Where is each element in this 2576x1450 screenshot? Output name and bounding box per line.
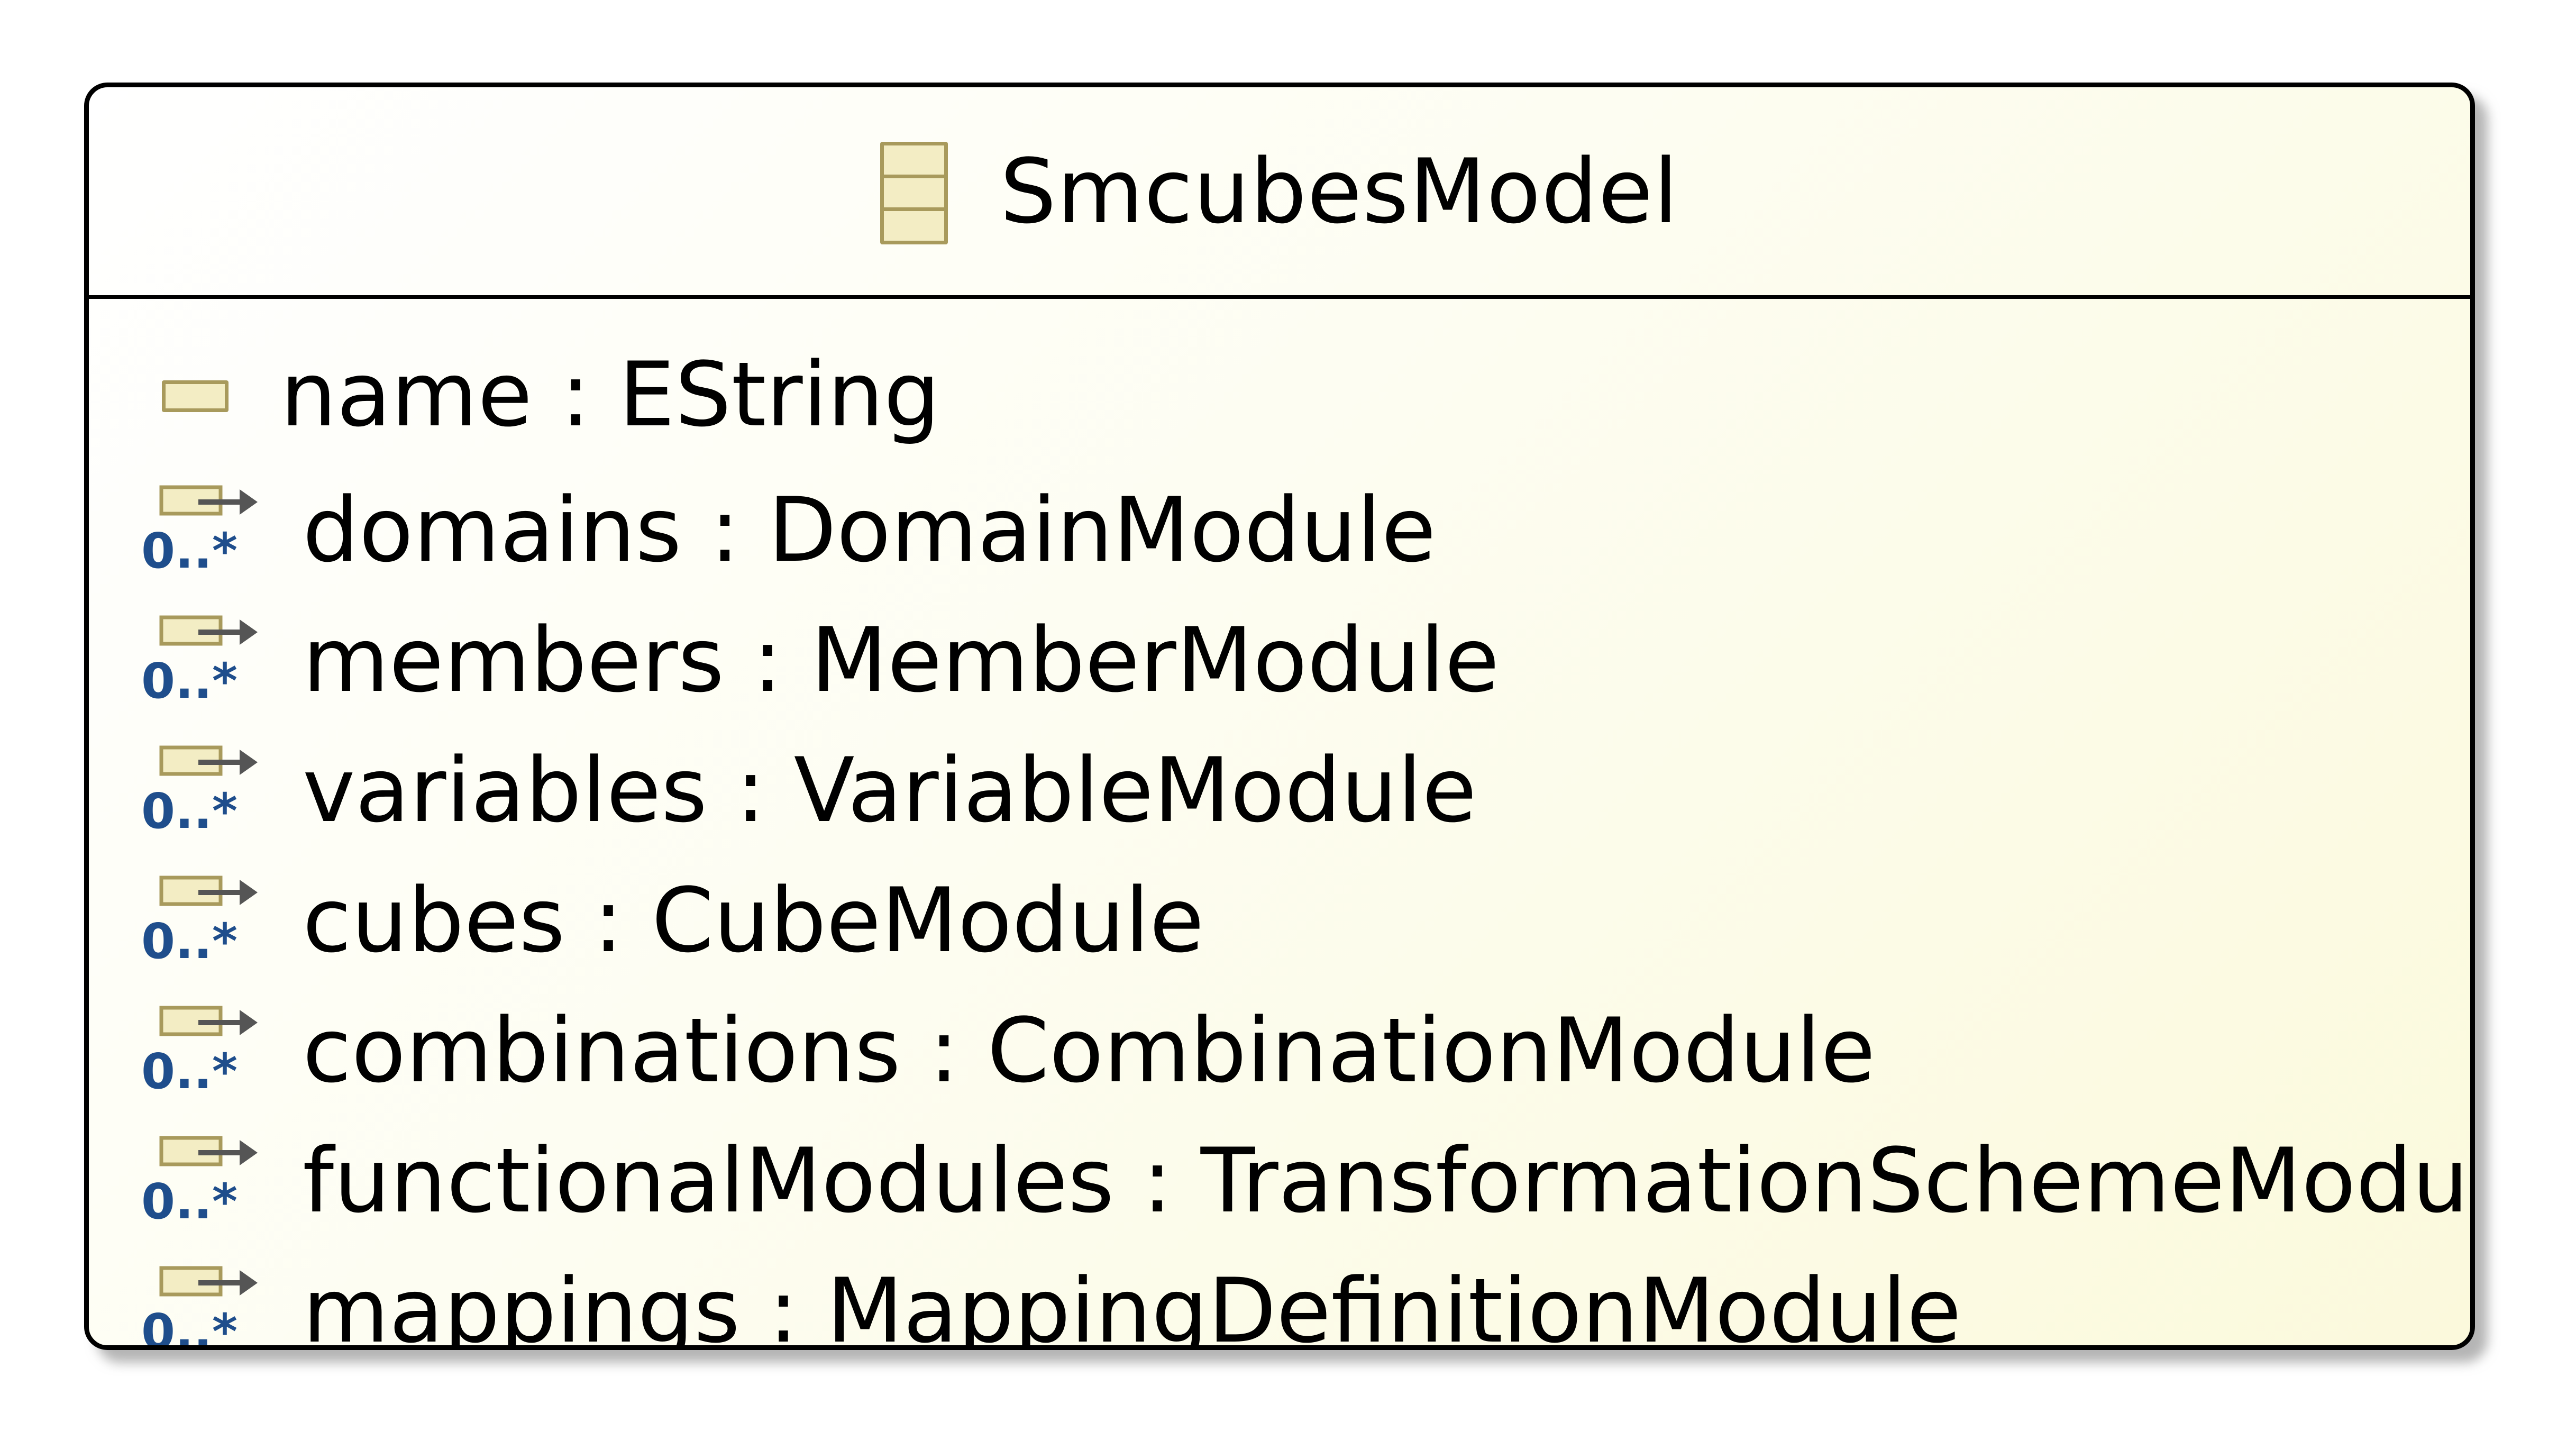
svg-text:0..*: 0..* bbox=[141, 913, 237, 962]
reference-row-mappings[interactable]: 0..* mappings : MappingDefinitionModule bbox=[89, 1246, 2470, 1350]
class-node-smcubesmodel[interactable]: SmcubesModel name : EString 0..* domains… bbox=[84, 83, 2475, 1350]
svg-text:0..*: 0..* bbox=[141, 1043, 237, 1092]
reference-row-functionalmodules[interactable]: 0..* functionalModules : TransformationS… bbox=[89, 1116, 2470, 1246]
reference-row-variables[interactable]: 0..* variables : VariableModule bbox=[89, 725, 2470, 855]
svg-text:0..*: 0..* bbox=[141, 523, 237, 572]
svg-text:0..*: 0..* bbox=[141, 1303, 237, 1350]
class-name[interactable]: SmcubesModel bbox=[1000, 147, 1678, 236]
reference-label: members : MemberModule bbox=[303, 608, 1500, 712]
ereference-containment-icon: 0..* bbox=[141, 615, 258, 702]
ereference-containment-icon: 0..* bbox=[141, 1266, 258, 1350]
reference-row-members[interactable]: 0..* members : MemberModule bbox=[89, 595, 2470, 725]
eclass-icon bbox=[880, 141, 948, 244]
reference-label: variables : VariableModule bbox=[303, 738, 1477, 842]
ereference-containment-icon: 0..* bbox=[141, 876, 258, 962]
attribute-row[interactable]: name : EString bbox=[89, 335, 2470, 465]
svg-text:0..*: 0..* bbox=[141, 783, 237, 832]
attribute-label: name : EString bbox=[280, 343, 940, 446]
ereference-containment-icon: 0..* bbox=[141, 1006, 258, 1092]
reference-label: combinations : CombinationModule bbox=[303, 999, 1876, 1102]
reference-row-cubes[interactable]: 0..* cubes : CubeModule bbox=[89, 855, 2470, 986]
reference-label: functionalModules : TransformationScheme… bbox=[303, 1129, 2475, 1233]
reference-row-domains[interactable]: 0..* domains : DomainModule bbox=[89, 465, 2470, 595]
feature-compartment: name : EString 0..* domains : DomainModu… bbox=[89, 299, 2470, 1350]
reference-label: cubes : CubeModule bbox=[303, 869, 1204, 972]
ereference-containment-icon: 0..* bbox=[141, 485, 258, 572]
svg-text:0..*: 0..* bbox=[141, 653, 237, 702]
class-header: SmcubesModel bbox=[89, 87, 2470, 299]
diagram-canvas: SmcubesModel name : EString 0..* domains… bbox=[0, 0, 2576, 1450]
ereference-containment-icon: 0..* bbox=[141, 1136, 258, 1223]
reference-row-combinations[interactable]: 0..* combinations : CombinationModule bbox=[89, 986, 2470, 1116]
reference-label: mappings : MappingDefinitionModule bbox=[303, 1259, 1961, 1350]
reference-label: domains : DomainModule bbox=[303, 478, 1436, 582]
ereference-containment-icon: 0..* bbox=[141, 745, 258, 832]
svg-text:0..*: 0..* bbox=[141, 1173, 237, 1223]
eattribute-icon bbox=[162, 380, 229, 412]
